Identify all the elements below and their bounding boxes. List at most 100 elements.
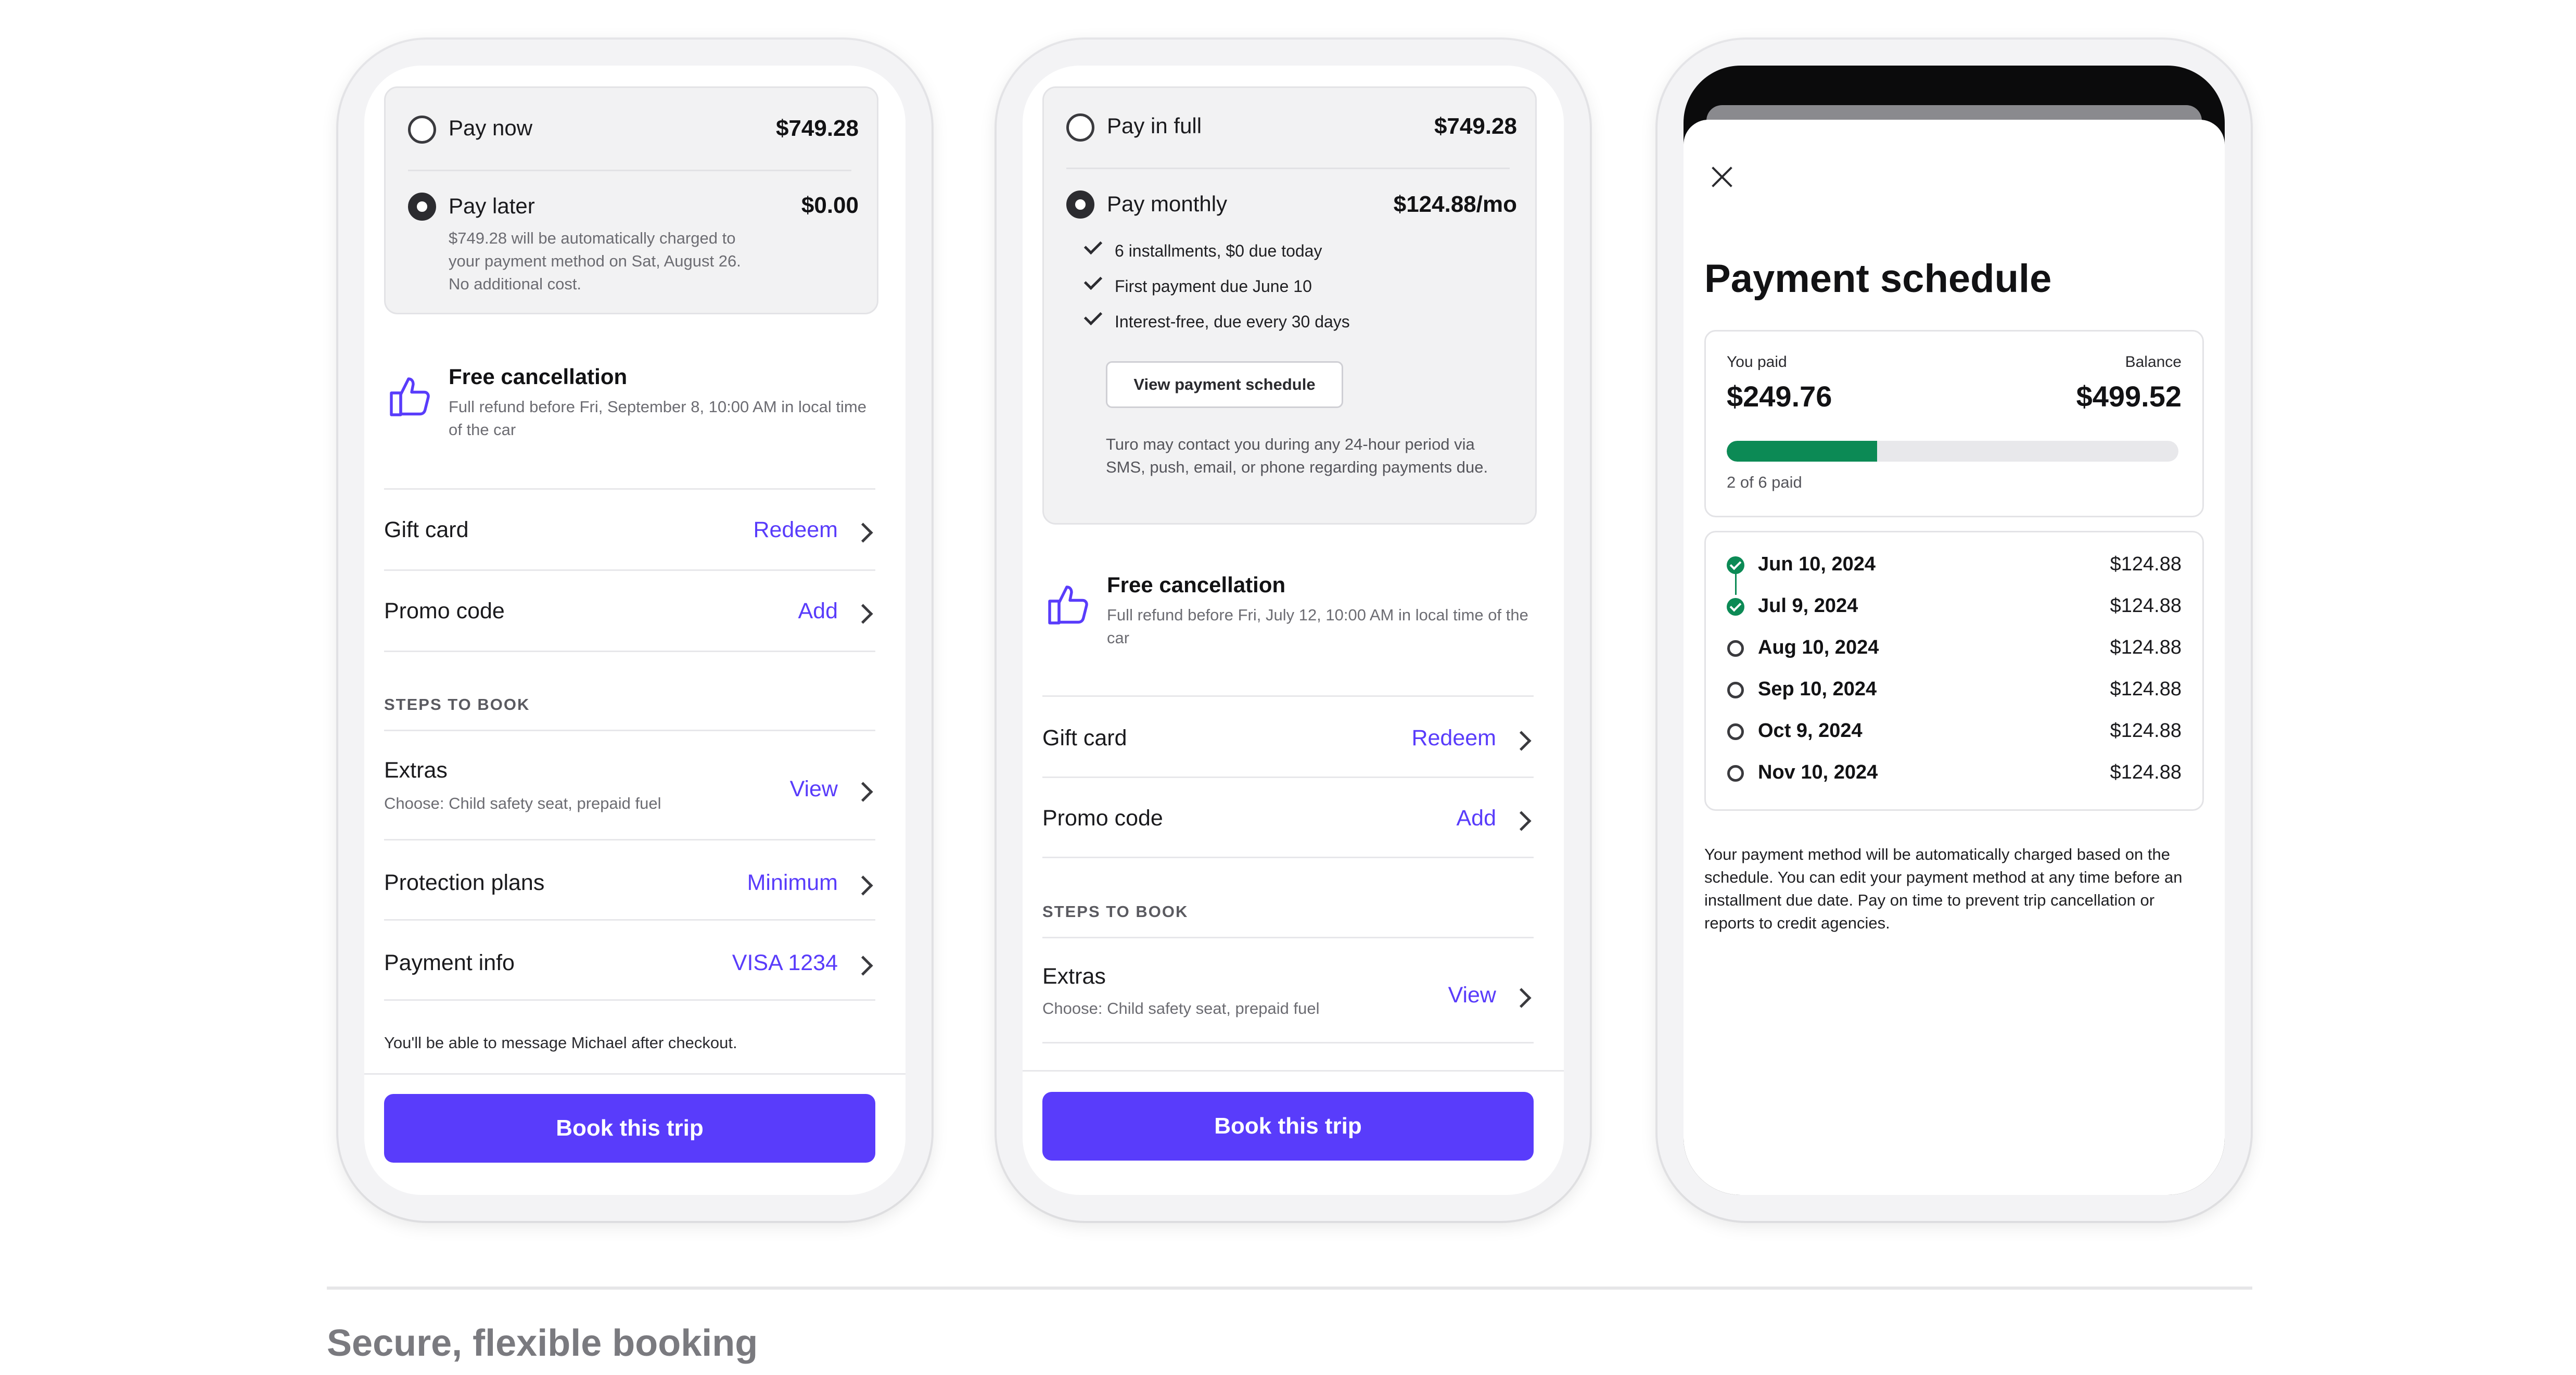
payment-info-link[interactable]: VISA 1234	[732, 950, 838, 976]
chevron-right-icon	[1511, 988, 1532, 1008]
chevron-right-icon	[853, 782, 873, 802]
section-divider	[327, 1287, 2252, 1290]
paid-check-icon	[1727, 598, 1744, 616]
schedule-date: Nov 10, 2024	[1758, 761, 1878, 783]
schedule-amount: $124.88	[2110, 720, 2182, 742]
schedule-date: Oct 9, 2024	[1758, 720, 1863, 742]
options-divider	[1066, 168, 1510, 169]
chevron-right-icon	[853, 604, 873, 624]
book-trip-button[interactable]: Book this trip	[1042, 1092, 1534, 1161]
schedule-footer-note: Your payment method will be automaticall…	[1704, 845, 2183, 932]
pay-later-price: $0.00	[801, 193, 859, 218]
caption-title: Secure, flexible booking	[327, 1322, 758, 1364]
promo-code-label: Promo code	[1042, 806, 1163, 831]
view-payment-schedule-button[interactable]: View payment schedule	[1106, 361, 1343, 408]
unpaid-circle-icon	[1727, 682, 1744, 698]
extras-view-link[interactable]: View	[790, 776, 838, 802]
pay-in-full-price: $749.28	[1434, 113, 1517, 139]
steps-to-book-heading: STEPS TO BOOK	[1042, 902, 1189, 921]
pay-later-note: $749.28 will be automatically charged to…	[449, 229, 741, 293]
schedule-amount: $124.88	[2110, 636, 2182, 658]
you-paid-label: You paid	[1727, 353, 1787, 371]
checkout-screen: Pay now $749.28 Pay later $0.00 $749.28 …	[364, 66, 906, 1195]
chevron-right-icon	[853, 956, 873, 976]
close-icon[interactable]	[1708, 163, 1736, 190]
progress-text: 2 of 6 paid	[1727, 473, 1802, 491]
divider	[1042, 695, 1534, 697]
chevron-right-icon	[1511, 811, 1532, 831]
gift-card-label: Gift card	[1042, 725, 1127, 750]
footer-divider	[364, 1073, 906, 1075]
divider	[1042, 937, 1534, 938]
payment-schedule-screen: Payment schedule You paid $249.76 Balanc…	[1684, 66, 2225, 1195]
bottom-sheet: Payment schedule You paid $249.76 Balanc…	[1684, 120, 2225, 1195]
gift-card-label: Gift card	[384, 517, 469, 542]
pay-now-label: Pay now	[449, 116, 533, 140]
pay-now-price: $749.28	[775, 116, 859, 141]
extras-view-link[interactable]: View	[1448, 983, 1496, 1008]
thumbs-up-icon	[390, 377, 430, 416]
divider	[384, 839, 875, 841]
schedule-amount: $124.88	[2110, 678, 2182, 700]
schedule-list: Jun 10, 2024 $124.88 Jul 9, 2024 $124.88…	[1704, 531, 2204, 811]
protection-plans-label: Protection plans	[384, 870, 545, 895]
page-title: Payment schedule	[1704, 257, 2052, 301]
pay-monthly-price: $124.88/mo	[1393, 192, 1517, 217]
divider	[384, 999, 875, 1001]
chevron-right-icon	[1511, 731, 1532, 751]
pay-monthly-radio[interactable]	[1066, 190, 1094, 219]
free-cancellation-title: Free cancellation	[1107, 572, 1286, 597]
chevron-right-icon	[853, 875, 873, 896]
extras-label: Extras	[1042, 964, 1106, 989]
options-divider	[408, 170, 851, 171]
pay-now-radio[interactable]	[408, 116, 436, 144]
progress-track	[1727, 441, 2178, 462]
footer-divider	[1023, 1070, 1564, 1072]
divider	[384, 569, 875, 571]
free-cancellation-text: Full refund before Fri, July 12, 10:00 A…	[1107, 606, 1528, 647]
you-paid-value: $249.76	[1727, 380, 1832, 413]
protection-plans-link[interactable]: Minimum	[747, 870, 838, 896]
unpaid-circle-icon	[1727, 765, 1744, 782]
promo-code-add-link[interactable]: Add	[798, 599, 838, 624]
extras-label: Extras	[384, 758, 448, 783]
installment-check-3: Interest-free, due every 30 days	[1083, 307, 1350, 332]
balance-label: Balance	[2125, 353, 2182, 371]
unpaid-circle-icon	[1727, 723, 1744, 740]
chevron-right-icon	[853, 523, 873, 543]
free-cancellation-text: Full refund before Fri, September 8, 10:…	[449, 398, 866, 439]
promo-code-add-link[interactable]: Add	[1456, 806, 1496, 831]
divider	[384, 919, 875, 921]
divider	[384, 488, 875, 490]
balance-value: $499.52	[2076, 380, 2182, 413]
schedule-amount: $124.88	[2110, 595, 2182, 617]
schedule-date: Sep 10, 2024	[1758, 678, 1877, 700]
pay-in-full-radio[interactable]	[1066, 113, 1094, 142]
thumbs-up-icon	[1048, 585, 1088, 625]
gift-card-redeem-link[interactable]: Redeem	[1411, 725, 1496, 751]
message-host-note: You'll be able to message Michael after …	[384, 1034, 737, 1052]
schedule-date: Aug 10, 2024	[1758, 636, 1879, 658]
payment-info-label: Payment info	[384, 950, 515, 975]
promo-code-label: Promo code	[384, 599, 505, 623]
steps-to-book-heading: STEPS TO BOOK	[384, 695, 530, 714]
unpaid-circle-icon	[1727, 640, 1744, 657]
schedule-amount: $124.88	[2110, 761, 2182, 783]
checkout-screen: Pay in full $749.28 Pay monthly $124.88/…	[1023, 66, 1564, 1195]
divider	[1042, 857, 1534, 858]
divider	[384, 730, 875, 731]
extras-subtitle: Choose: Child safety seat, prepaid fuel	[384, 794, 661, 812]
pay-in-full-label: Pay in full	[1107, 113, 1202, 138]
phone-mockup-payment-schedule: Payment schedule You paid $249.76 Balanc…	[1657, 40, 2251, 1221]
paid-check-icon	[1727, 556, 1744, 574]
divider	[384, 651, 875, 652]
book-trip-button[interactable]: Book this trip	[384, 1094, 875, 1163]
pay-later-radio[interactable]	[408, 193, 436, 221]
contact-disclaimer: Turo may contact you during any 24-hour …	[1106, 435, 1488, 476]
phone-mockup-pay-later: Pay now $749.28 Pay later $0.00 $749.28 …	[338, 40, 932, 1221]
gift-card-redeem-link[interactable]: Redeem	[753, 517, 838, 543]
balance-card: You paid $249.76 Balance $499.52 2 of 6 …	[1704, 330, 2204, 517]
progress-fill	[1727, 441, 1878, 462]
extras-subtitle: Choose: Child safety seat, prepaid fuel	[1042, 999, 1320, 1017]
pay-monthly-label: Pay monthly	[1107, 192, 1228, 216]
